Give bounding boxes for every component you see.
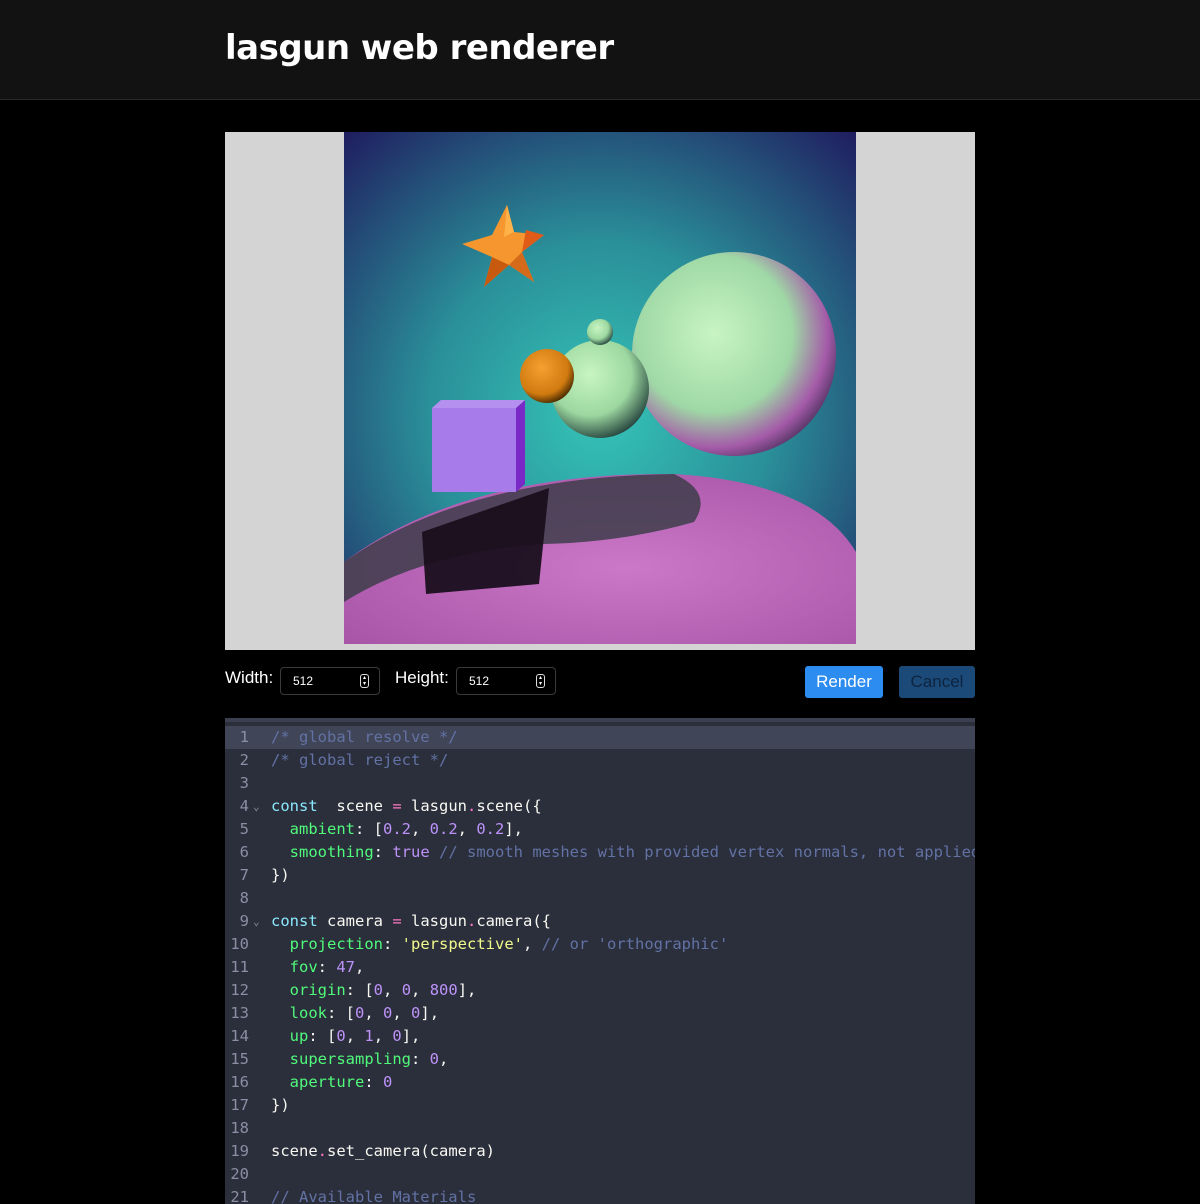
- line-number: 4: [239, 797, 249, 815]
- code-line[interactable]: 10 projection: 'perspective', // or 'ort…: [225, 933, 975, 956]
- render-button[interactable]: Render: [805, 666, 883, 698]
- code-line[interactable]: 16 aperture: 0: [225, 1071, 975, 1094]
- line-number: 12: [230, 981, 249, 999]
- height-value: 512: [469, 674, 490, 688]
- line-number: 7: [239, 866, 249, 884]
- code-text: look: [0, 0, 0],: [289, 1004, 440, 1022]
- code-line[interactable]: 15 supersampling: 0,: [225, 1048, 975, 1071]
- code-line[interactable]: 11 fov: 47,: [225, 956, 975, 979]
- small-sphere: [587, 319, 613, 345]
- line-number: 9: [239, 912, 249, 930]
- fold-chevron-icon[interactable]: ⌄: [253, 910, 260, 933]
- orange-sphere: [520, 349, 574, 403]
- code-text: }): [271, 866, 290, 884]
- code-line[interactable]: 7}): [225, 864, 975, 887]
- code-text: ambient: [0.2, 0.2, 0.2],: [289, 820, 524, 838]
- line-number: 21: [230, 1188, 249, 1204]
- code-text: up: [0, 1, 0],: [289, 1027, 421, 1045]
- cancel-button[interactable]: Cancel: [899, 666, 975, 698]
- height-label: Height:: [395, 668, 449, 687]
- code-text: projection: 'perspective', // or 'orthog…: [289, 935, 729, 953]
- code-text: const scene = lasgun.scene({: [271, 797, 542, 815]
- code-line[interactable]: 4 ⌄ const scene = lasgun.scene({: [225, 795, 975, 818]
- code-text: const camera = lasgun.camera({: [271, 912, 551, 930]
- width-value: 512: [293, 674, 314, 688]
- code-line[interactable]: 17}): [225, 1094, 975, 1117]
- line-number: 17: [230, 1096, 249, 1114]
- code-text: fov: 47,: [289, 958, 365, 976]
- purple-cube-front: [432, 408, 516, 492]
- code-line[interactable]: 9 ⌄ const camera = lasgun.camera({: [225, 910, 975, 933]
- code-line[interactable]: 1 /* global resolve */: [225, 726, 975, 749]
- code-text: smoothing: true // smooth meshes with pr…: [289, 843, 975, 861]
- render-viewport: [225, 132, 975, 650]
- code-text: aperture: 0: [289, 1073, 393, 1091]
- page-title: lasgun web renderer: [225, 28, 614, 68]
- line-number: 20: [230, 1165, 249, 1183]
- code-text: /* global reject */: [271, 751, 449, 769]
- render-controls: Width: 512 ▴ ▾ Height: 512 ▴ ▾ Render Canc…: [225, 666, 975, 698]
- line-number: 6: [239, 843, 249, 861]
- code-line[interactable]: 18: [225, 1117, 975, 1140]
- code-text: /* global resolve */: [271, 728, 458, 746]
- code-text: origin: [0, 0, 800],: [289, 981, 477, 999]
- big-sphere: [632, 252, 836, 456]
- code-line[interactable]: 3: [225, 772, 975, 795]
- line-number: 1: [239, 728, 249, 746]
- code-text: scene.set_camera(camera): [271, 1142, 495, 1160]
- code-line[interactable]: 12 origin: [0, 0, 800],: [225, 979, 975, 1002]
- line-number: 18: [230, 1119, 249, 1137]
- code-line[interactable]: 8: [225, 887, 975, 910]
- code-line[interactable]: 6 smoothing: true // smooth meshes with …: [225, 841, 975, 864]
- width-label: Width:: [225, 668, 274, 687]
- line-number: 19: [230, 1142, 249, 1160]
- code-line[interactable]: 21 // Available Materials: [225, 1186, 975, 1204]
- line-number: 15: [230, 1050, 249, 1068]
- code-editor[interactable]: 1 /* global resolve */ 2 /* global reject *…: [225, 718, 975, 1204]
- line-number: 3: [239, 774, 249, 792]
- rendered-image: [344, 132, 856, 644]
- code-line[interactable]: 13 look: [0, 0, 0],: [225, 1002, 975, 1025]
- height-input[interactable]: 512 ▴ ▾: [456, 667, 556, 695]
- code-text: }): [271, 1096, 290, 1114]
- line-number: 11: [230, 958, 249, 976]
- line-number: 16: [230, 1073, 249, 1091]
- purple-cube-top: [432, 400, 525, 408]
- line-number: 13: [230, 1004, 249, 1022]
- code-text: supersampling: 0,: [289, 1050, 449, 1068]
- width-input[interactable]: 512 ▴ ▾: [280, 667, 380, 695]
- code-line[interactable]: 20: [225, 1163, 975, 1186]
- line-number: 8: [239, 889, 249, 907]
- spinner-icon[interactable]: ▴ ▾: [536, 674, 545, 688]
- line-number: 5: [239, 820, 249, 838]
- code-line[interactable]: 5 ambient: [0.2, 0.2, 0.2],: [225, 818, 975, 841]
- purple-cube-side: [516, 400, 525, 492]
- code-line[interactable]: 14 up: [0, 1, 0],: [225, 1025, 975, 1048]
- code-line[interactable]: 2 /* global reject */: [225, 749, 975, 772]
- code-text: // Available Materials: [271, 1188, 477, 1204]
- fold-chevron-icon[interactable]: ⌄: [253, 795, 260, 818]
- code-line[interactable]: 19 scene.set_camera(camera): [225, 1140, 975, 1163]
- line-number: 14: [230, 1027, 249, 1045]
- spinner-icon[interactable]: ▴ ▾: [360, 674, 369, 688]
- header-bar: lasgun web renderer: [0, 0, 1200, 100]
- line-number: 10: [230, 935, 249, 953]
- line-number: 2: [239, 751, 249, 769]
